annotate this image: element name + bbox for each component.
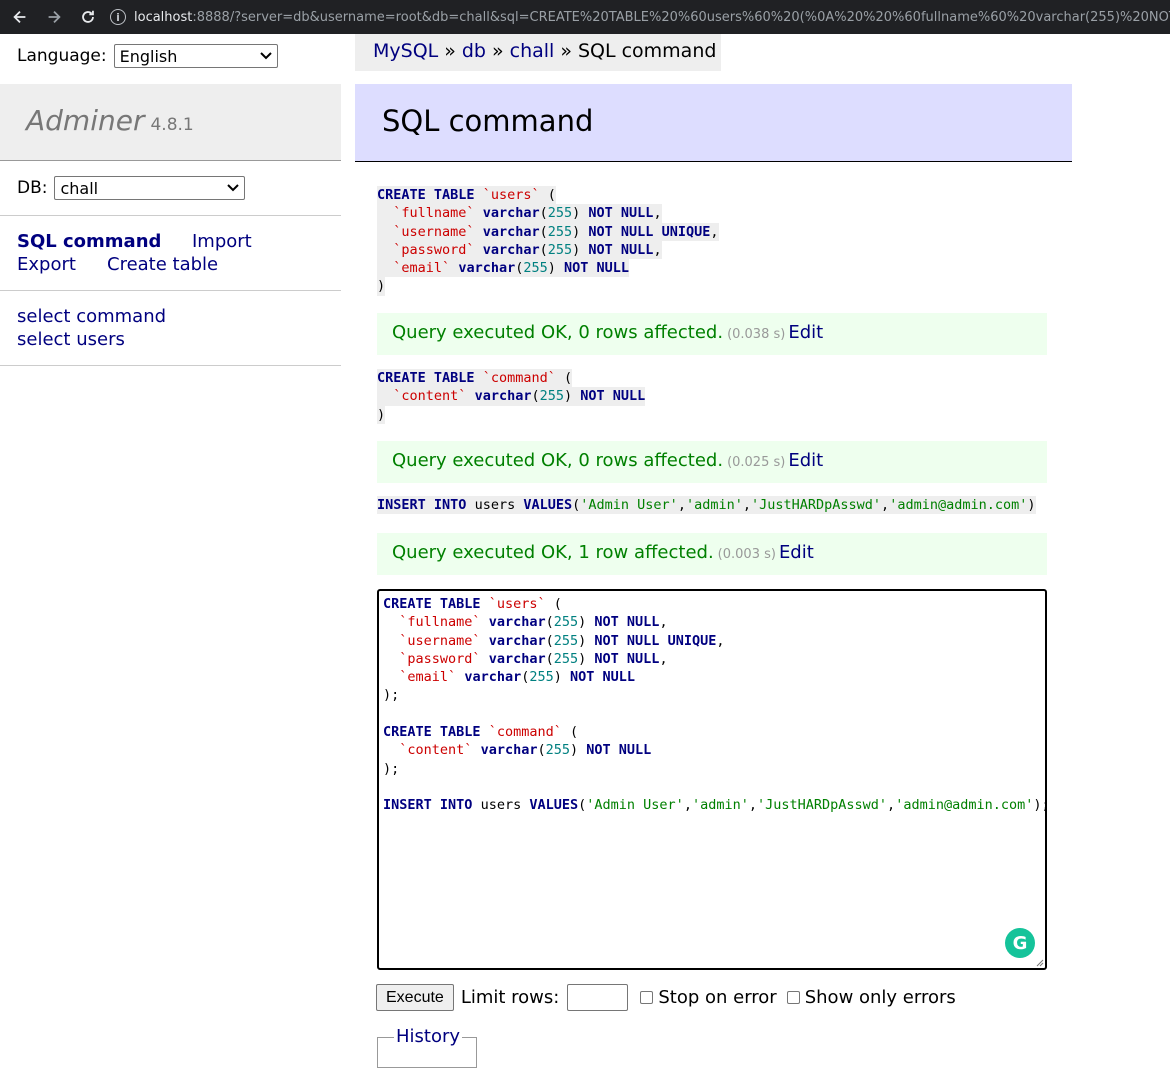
address-bar[interactable]: i localhost:8888/?server=db&username=roo… [110, 3, 1170, 31]
db-label: DB: [17, 178, 48, 198]
divider [0, 215, 341, 216]
edit-link[interactable]: Edit [779, 542, 814, 563]
adminer-logo-link[interactable]: Adminer [26, 104, 144, 137]
divider [0, 290, 341, 291]
chevron-down-icon [227, 181, 240, 195]
result-message-2: Query executed OK, 0 rows affected. (0.02… [377, 441, 1047, 483]
url-rest: :8888/?server=db&username=root&db=chall&… [192, 9, 1170, 25]
back-icon[interactable] [6, 3, 34, 31]
show-only-errors-checkbox[interactable] [786, 991, 800, 1004]
breadcrumb-mysql[interactable]: MySQL [373, 40, 438, 62]
forward-icon[interactable] [40, 3, 68, 31]
grammarly-icon[interactable]: G [1005, 928, 1035, 958]
menu-create-table[interactable]: Create table [107, 253, 218, 276]
menu-export[interactable]: Export [17, 253, 107, 276]
db-selector: DB: chall [17, 176, 246, 200]
history-link[interactable]: History [394, 1026, 463, 1047]
resize-handle-icon[interactable] [1036, 959, 1044, 967]
execute-button[interactable]: Execute [376, 984, 454, 1011]
browser-toolbar: i localhost:8888/?server=db&username=roo… [0, 0, 1170, 34]
info-icon[interactable]: i [110, 9, 126, 25]
adminer-version: 4.8.1 [150, 115, 194, 135]
sql-editor[interactable]: CREATE TABLE `users` ( `fullname` varcha… [377, 589, 1050, 970]
language-label: Language: [17, 46, 107, 66]
menu-sql-command[interactable]: SQL command [17, 230, 192, 253]
adminer-brand: Adminer 4.8.1 [0, 84, 341, 161]
language-select[interactable]: English [113, 44, 278, 68]
execute-controls: Execute Limit rows: Stop on error Show o… [376, 984, 956, 1011]
tables-list: select command select users [17, 305, 166, 351]
breadcrumb: MySQL» db» chall» SQL command [355, 34, 721, 71]
result-message-1: Query executed OK, 0 rows affected. (0.03… [377, 313, 1047, 355]
history-fieldset: History [377, 1026, 477, 1068]
url-host: localhost [134, 9, 193, 25]
executed-query-3: INSERT INTO users VALUES('Admin User','a… [377, 496, 1036, 515]
menu-import[interactable]: Import [192, 230, 252, 253]
breadcrumb-chall[interactable]: chall [510, 40, 555, 62]
language-selector: Language: English [17, 44, 278, 68]
edit-link[interactable]: Edit [788, 322, 823, 343]
edit-link[interactable]: Edit [788, 450, 823, 471]
page-title: SQL command [355, 84, 1072, 162]
db-value: chall [60, 178, 99, 198]
sql-editor-content: CREATE TABLE `users` ( `fullname` varcha… [383, 596, 1050, 814]
executed-query-2: CREATE TABLE `command` ( `content` varch… [377, 369, 646, 424]
reload-icon[interactable] [74, 3, 102, 31]
divider [0, 365, 341, 366]
stop-on-error-label: Stop on error [658, 987, 777, 1008]
breadcrumb-current: SQL command [577, 40, 717, 62]
select-command-link[interactable]: select command [17, 306, 166, 327]
result-message-3: Query executed OK, 1 row affected. (0.003… [377, 533, 1047, 575]
limit-rows-input[interactable] [567, 984, 629, 1011]
breadcrumb-db[interactable]: db [462, 40, 486, 62]
stop-on-error-checkbox[interactable] [640, 991, 654, 1004]
db-select[interactable]: chall [54, 176, 246, 200]
select-users-link[interactable]: select users [17, 329, 125, 350]
language-value: English [119, 46, 178, 66]
db-menu: SQL command Import Export Create table [17, 230, 317, 276]
show-only-errors-label: Show only errors [804, 987, 956, 1008]
chevron-down-icon [259, 49, 272, 63]
executed-query-1: CREATE TABLE `users` ( `fullname` varcha… [377, 186, 719, 296]
limit-rows-label: Limit rows: [460, 987, 560, 1008]
